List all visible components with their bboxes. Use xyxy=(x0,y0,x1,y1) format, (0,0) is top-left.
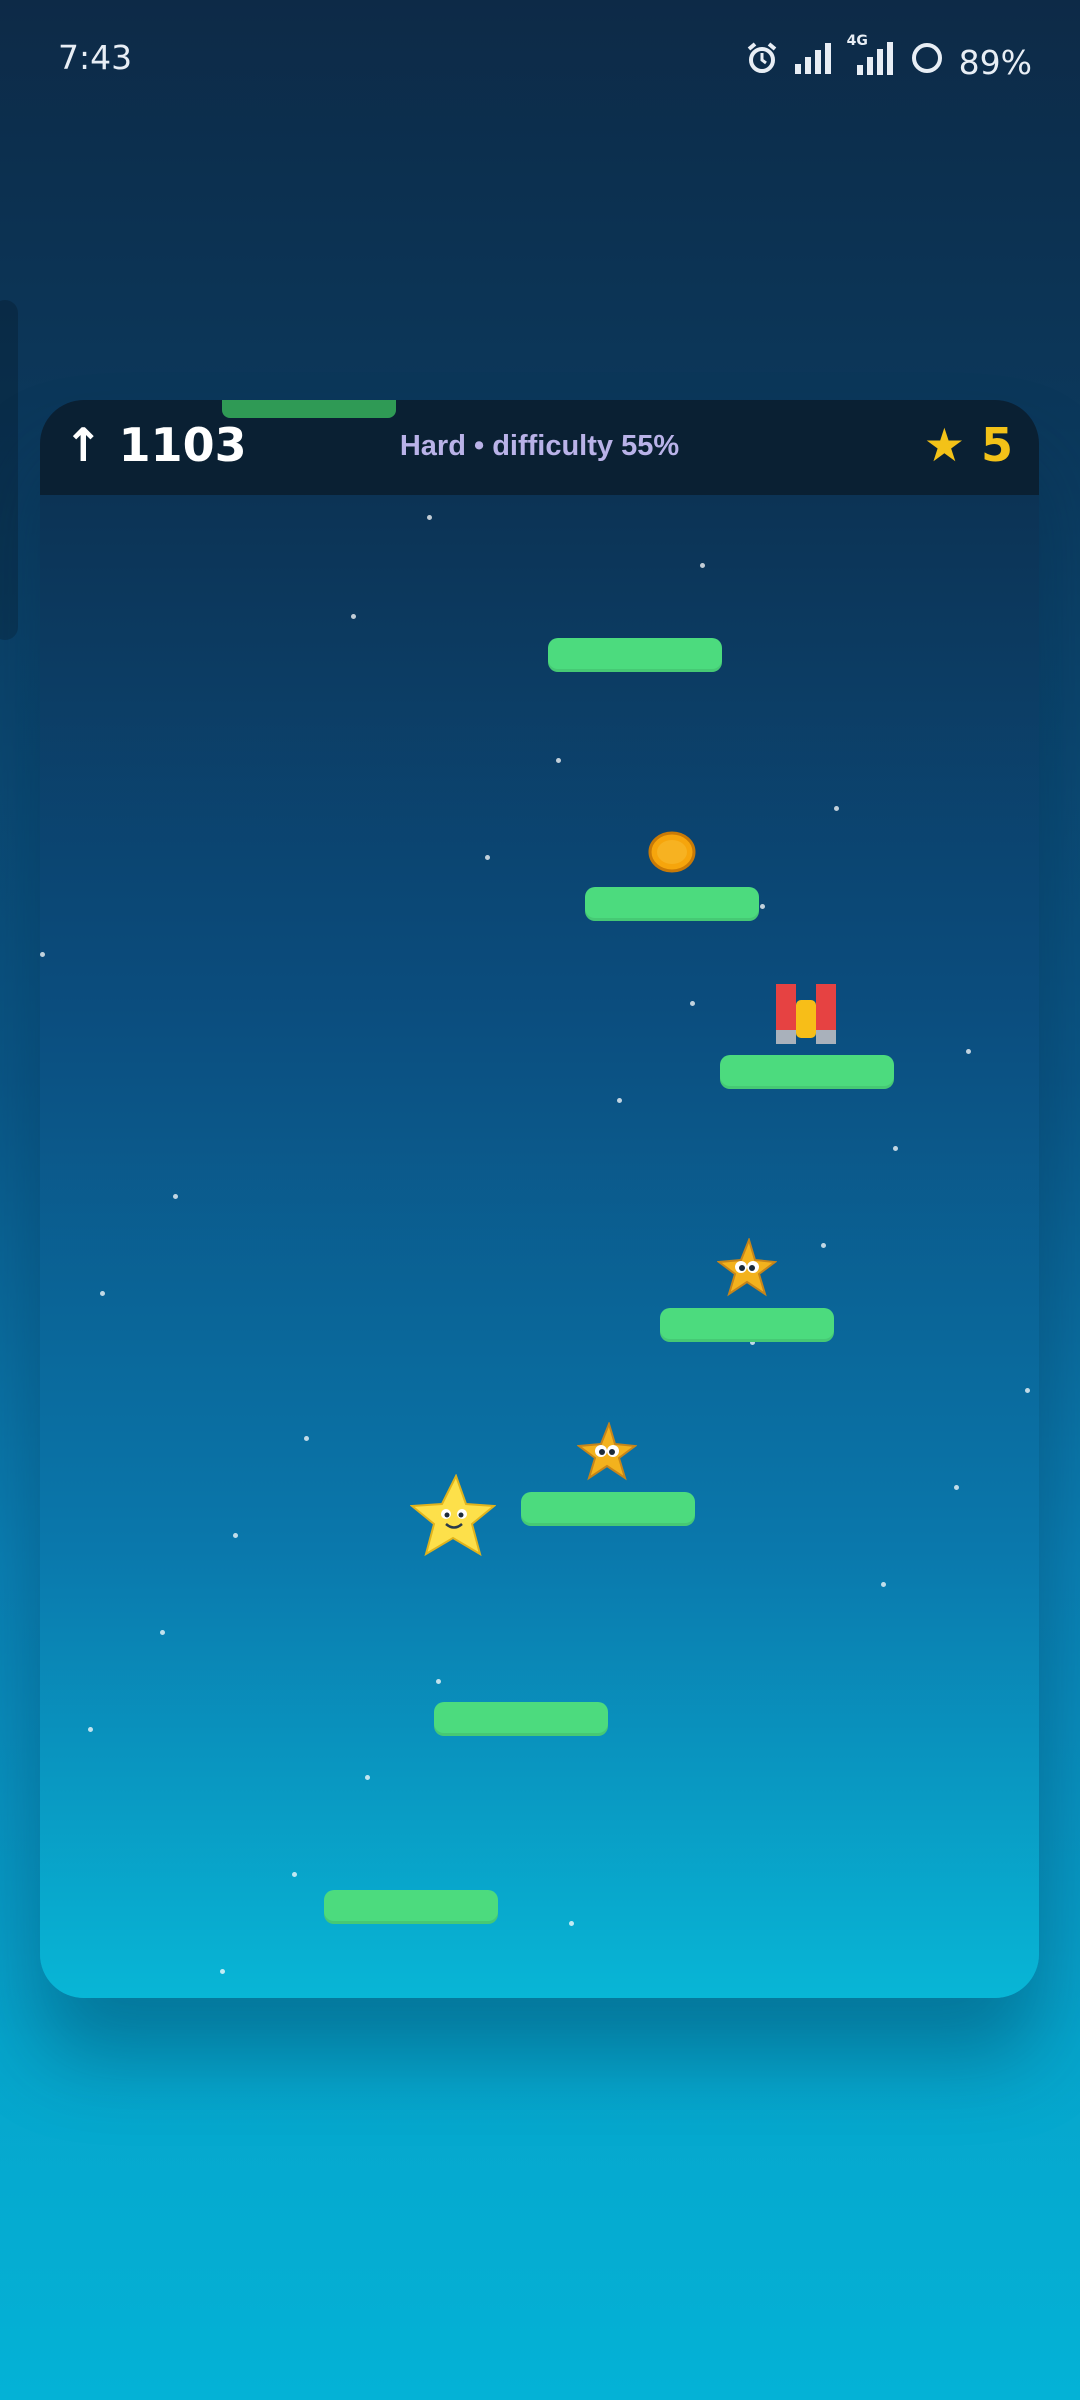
background-star xyxy=(173,1194,178,1199)
background-star xyxy=(966,1049,971,1054)
background-star xyxy=(569,1921,574,1926)
battery-ring-icon xyxy=(909,40,945,84)
background-star xyxy=(821,1243,826,1248)
difficulty-label: Hard • difficulty 55% xyxy=(399,430,680,462)
background-star xyxy=(100,1291,105,1296)
platform xyxy=(660,1308,834,1342)
background-star xyxy=(160,1630,165,1635)
platform xyxy=(222,400,396,418)
background-star xyxy=(40,952,45,957)
player-star-icon xyxy=(409,1473,497,1562)
status-icons: 4G 89% xyxy=(745,33,1032,90)
alarm-icon xyxy=(745,41,779,83)
background-star xyxy=(292,1872,297,1877)
game-hud: ↑ 1103 Hard • difficulty 55% ★ 5 xyxy=(40,400,1039,495)
platform xyxy=(434,1702,608,1736)
star-enemy-icon xyxy=(576,1420,638,1486)
platform xyxy=(585,887,759,921)
background-star xyxy=(485,855,490,860)
status-time: 7:43 xyxy=(58,38,133,77)
star-icon: ★ xyxy=(923,418,965,472)
battery-percent: 89% xyxy=(958,42,1032,82)
background-star xyxy=(760,904,765,909)
magnet-icon xyxy=(774,982,838,1050)
background-star xyxy=(893,1146,898,1151)
background-star xyxy=(220,1969,225,1974)
platform xyxy=(548,638,722,672)
background-star xyxy=(954,1485,959,1490)
coin-icon xyxy=(647,830,697,878)
star-count: 5 xyxy=(980,418,1013,472)
signal-4g-icon: 4G xyxy=(847,33,895,83)
background-star xyxy=(834,806,839,811)
background-star xyxy=(88,1727,93,1732)
status-bar: 7:43 4G 89% xyxy=(0,0,1080,125)
background-star xyxy=(1025,1388,1030,1393)
background-star xyxy=(700,563,705,568)
background-star xyxy=(351,614,356,619)
platform xyxy=(521,1492,695,1526)
platform xyxy=(324,1890,498,1924)
signal-icon xyxy=(793,42,833,82)
background-star xyxy=(690,1001,695,1006)
background-star xyxy=(233,1533,238,1538)
background-star xyxy=(556,758,561,763)
platform xyxy=(720,1055,894,1089)
background-star xyxy=(881,1582,886,1587)
star-counter: ★ 5 xyxy=(924,418,1013,472)
edge-panel-handle[interactable] xyxy=(0,300,18,640)
background-star xyxy=(304,1436,309,1441)
background-star xyxy=(427,515,432,520)
network-type-label: 4G xyxy=(846,33,868,49)
background-star xyxy=(436,1679,441,1684)
background-star xyxy=(617,1098,622,1103)
background-star xyxy=(365,1775,370,1780)
star-enemy-icon xyxy=(716,1236,778,1302)
game-canvas[interactable]: ↑ 1103 Hard • difficulty 55% ★ 5 xyxy=(40,400,1039,1998)
